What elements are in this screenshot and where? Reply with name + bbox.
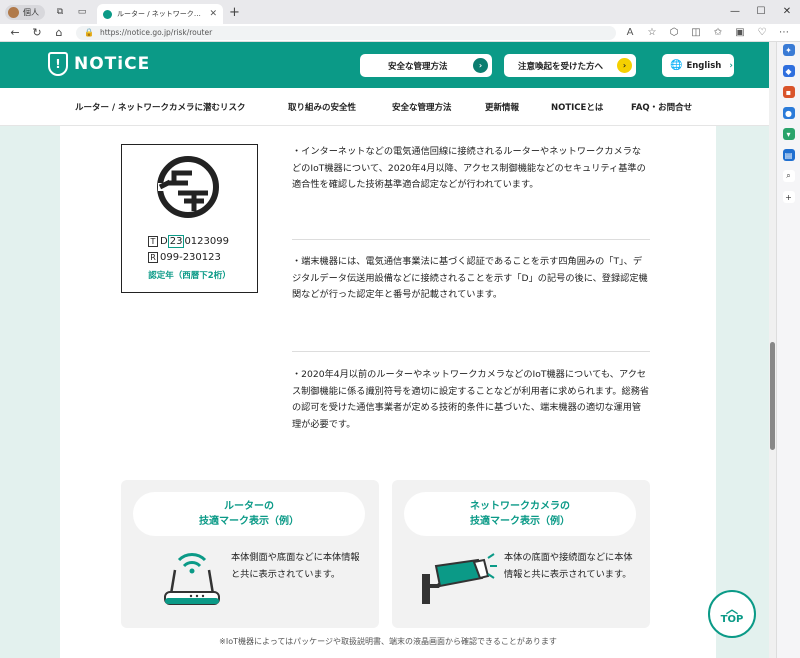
shopping-icon[interactable]: ◆ <box>782 65 795 77</box>
games-icon[interactable]: ● <box>782 107 795 119</box>
nav-faq[interactable]: FAQ・お問合せ <box>631 101 692 113</box>
shield-logo-icon: ! <box>48 52 68 76</box>
divider <box>292 239 650 240</box>
active-tab[interactable]: ルーター / ネットワークカメラに関する脅威 ✕ <box>97 4 223 24</box>
cert-number: 0123099 <box>184 236 229 247</box>
browser-essentials-icon[interactable]: ♡ <box>754 27 770 38</box>
collections-icon[interactable]: ▣ <box>732 27 748 38</box>
giteki-mark-icon <box>157 156 219 218</box>
minimize-icon[interactable]: — <box>722 0 748 22</box>
home-icon[interactable]: ⌂ <box>52 26 66 39</box>
nav-risk[interactable]: ルーター / ネットワークカメラに潜むリスク <box>75 101 246 113</box>
profile-label: 個人 <box>23 7 39 17</box>
d-symbol: D <box>160 236 168 247</box>
tools-icon[interactable]: ▪ <box>782 86 795 98</box>
copilot-icon[interactable]: ✦ <box>782 44 795 56</box>
safe-management-label: 安全な管理方法 <box>388 61 448 72</box>
r-box-symbol: R <box>148 252 158 263</box>
divider <box>292 351 650 352</box>
add-sidebar-icon[interactable]: + <box>782 191 795 203</box>
card-title-line2: 技適マーク表示（例） <box>199 516 299 527</box>
workspaces-icon[interactable]: ⧉ <box>53 5 67 19</box>
t-box-symbol: T <box>148 236 158 247</box>
notice-favicon-icon <box>103 9 112 19</box>
profile-button[interactable]: 個人 <box>5 4 45 20</box>
back-to-top-button[interactable]: ︿ TOP <box>708 590 756 638</box>
nav-updates[interactable]: 更新情報 <box>485 101 519 113</box>
chevron-right-icon: › <box>617 58 632 73</box>
scrollbar-thumb[interactable] <box>770 342 775 450</box>
refresh-icon[interactable]: ↻ <box>30 26 44 39</box>
address-bar-row: ← ↻ ⌂ 🔒 https://notice.go.jp/risk/router… <box>0 24 800 42</box>
outlook-icon[interactable]: ▾ <box>782 128 795 140</box>
read-aloud-icon[interactable]: A <box>622 27 638 38</box>
split-screen-icon[interactable]: ◫ <box>688 27 704 38</box>
card-text: 本体側面や底面などに本体情報と共に表示されています。 <box>231 552 360 580</box>
url-field[interactable]: 🔒 https://notice.go.jp/risk/router <box>76 25 616 40</box>
window-controls: — ☐ ✕ <box>722 0 800 22</box>
paragraph-2: ・端末機器には、電気通信事業法に基づく認証であることを示す四角囲みの「T」、デジ… <box>292 256 648 301</box>
nav-management[interactable]: 安全な管理方法 <box>392 101 452 113</box>
nav-about[interactable]: NOTICEとは <box>551 101 603 113</box>
page-scrollbar[interactable] <box>769 42 776 658</box>
main-content: T D 23 0123099 R 099-230123 認定年（西暦下2桁） ・インター… <box>60 126 716 658</box>
back-icon[interactable]: ← <box>8 26 22 39</box>
year-highlight: 23 <box>167 235 185 248</box>
card-title: ルーターの 技適マーク表示（例） <box>133 492 365 536</box>
card-title-line1: ルーターの <box>224 501 274 512</box>
browser-sidebar: ✦ ◆ ▪ ● ▾ ▤ ⌕ + <box>776 42 800 658</box>
card-title-line1: ネットワークカメラの <box>470 501 570 512</box>
chevron-right-icon: › <box>729 60 733 71</box>
nav-safety[interactable]: 取り組みの安全性 <box>288 101 356 113</box>
card-text: 本体の底面や接続面などに本体情報と共に表示されています。 <box>504 552 633 580</box>
favorite-star-icon[interactable]: ☆ <box>644 27 660 38</box>
notice-logo[interactable]: ! NOTiCE <box>48 52 150 76</box>
router-mark-card: ルーターの 技適マーク表示（例） 本体側面や底面などに本体情報と共に表示されてい… <box>121 480 379 628</box>
chevron-right-icon: › <box>473 58 488 73</box>
globe-icon: 🌐 <box>670 60 683 71</box>
alert-recipients-button[interactable]: 注意喚起を受けた方へ › <box>504 54 636 77</box>
lock-icon: 🔒 <box>84 28 94 37</box>
r-number: 099-230123 <box>160 252 221 263</box>
certification-number-line1: T D 23 0123099 <box>148 235 229 248</box>
english-label: English <box>686 60 722 71</box>
alert-recipients-label: 注意喚起を受けた方へ <box>518 61 604 72</box>
safe-management-button[interactable]: 安全な管理方法 › <box>360 54 492 77</box>
new-tab-button[interactable]: + <box>229 5 240 20</box>
footnote: ※IoT機器によってはパッケージや取扱説明書、端末の液晶画面から確認できることが… <box>219 637 557 646</box>
close-window-icon[interactable]: ✕ <box>774 0 800 22</box>
logo-text: NOTiCE <box>74 54 151 74</box>
url-text: https://notice.go.jp/risk/router <box>99 28 213 37</box>
global-nav: ルーター / ネットワークカメラに潜むリスク 取り組みの安全性 安全な管理方法 … <box>0 88 776 126</box>
more-menu-icon[interactable]: ⋯ <box>776 27 792 38</box>
certification-number-line2: R 099-230123 <box>148 252 221 263</box>
tab-actions-icon[interactable]: ▭ <box>75 5 89 19</box>
paragraph-1: ・インターネットなどの電気通信回線に接続されるルーターやネットワークカメラなどの… <box>292 146 646 191</box>
card-title: ネットワークカメラの 技適マーク表示（例） <box>404 492 636 536</box>
router-icon <box>164 553 220 605</box>
tab-title: ルーター / ネットワークカメラに関する脅威 <box>117 10 204 18</box>
search-icon[interactable]: ⌕ <box>782 170 795 182</box>
web-page: ! NOTiCE 安全な管理方法 › 注意喚起を受けた方へ › 🌐 Englis… <box>0 42 776 658</box>
maximize-icon[interactable]: ☐ <box>748 0 774 22</box>
year-caption: 認定年（西暦下2桁） <box>148 271 231 281</box>
favorites-icon[interactable]: ✩ <box>710 27 726 38</box>
network-camera-icon <box>422 553 497 604</box>
camera-mark-card: ネットワークカメラの 技適マーク表示（例） 本体の底面や接続面などに本体情報と共… <box>392 480 650 628</box>
chevron-up-icon: ︿ <box>725 601 738 616</box>
browser-tab-bar: 個人 ⧉ ▭ ルーター / ネットワークカメラに関する脅威 ✕ + — ☐ ✕ <box>0 0 800 24</box>
card-title-line2: 技適マーク表示（例） <box>470 516 570 527</box>
site-header: ! NOTiCE 安全な管理方法 › 注意喚起を受けた方へ › 🌐 Englis… <box>0 42 776 88</box>
avatar <box>8 6 19 18</box>
extensions-icon[interactable]: ⬡ <box>666 27 682 38</box>
close-tab-icon[interactable]: ✕ <box>209 9 217 19</box>
top-label: TOP <box>720 613 744 625</box>
giteki-mark-example: T D 23 0123099 R 099-230123 認定年（西暦下2桁） <box>121 144 258 293</box>
paragraph-3: ・2020年4月以前のルーターやネットワークカメラなどのIoT機器についても、ア… <box>292 369 650 431</box>
english-button[interactable]: 🌐 English › <box>662 54 734 77</box>
office-icon[interactable]: ▤ <box>782 149 795 161</box>
